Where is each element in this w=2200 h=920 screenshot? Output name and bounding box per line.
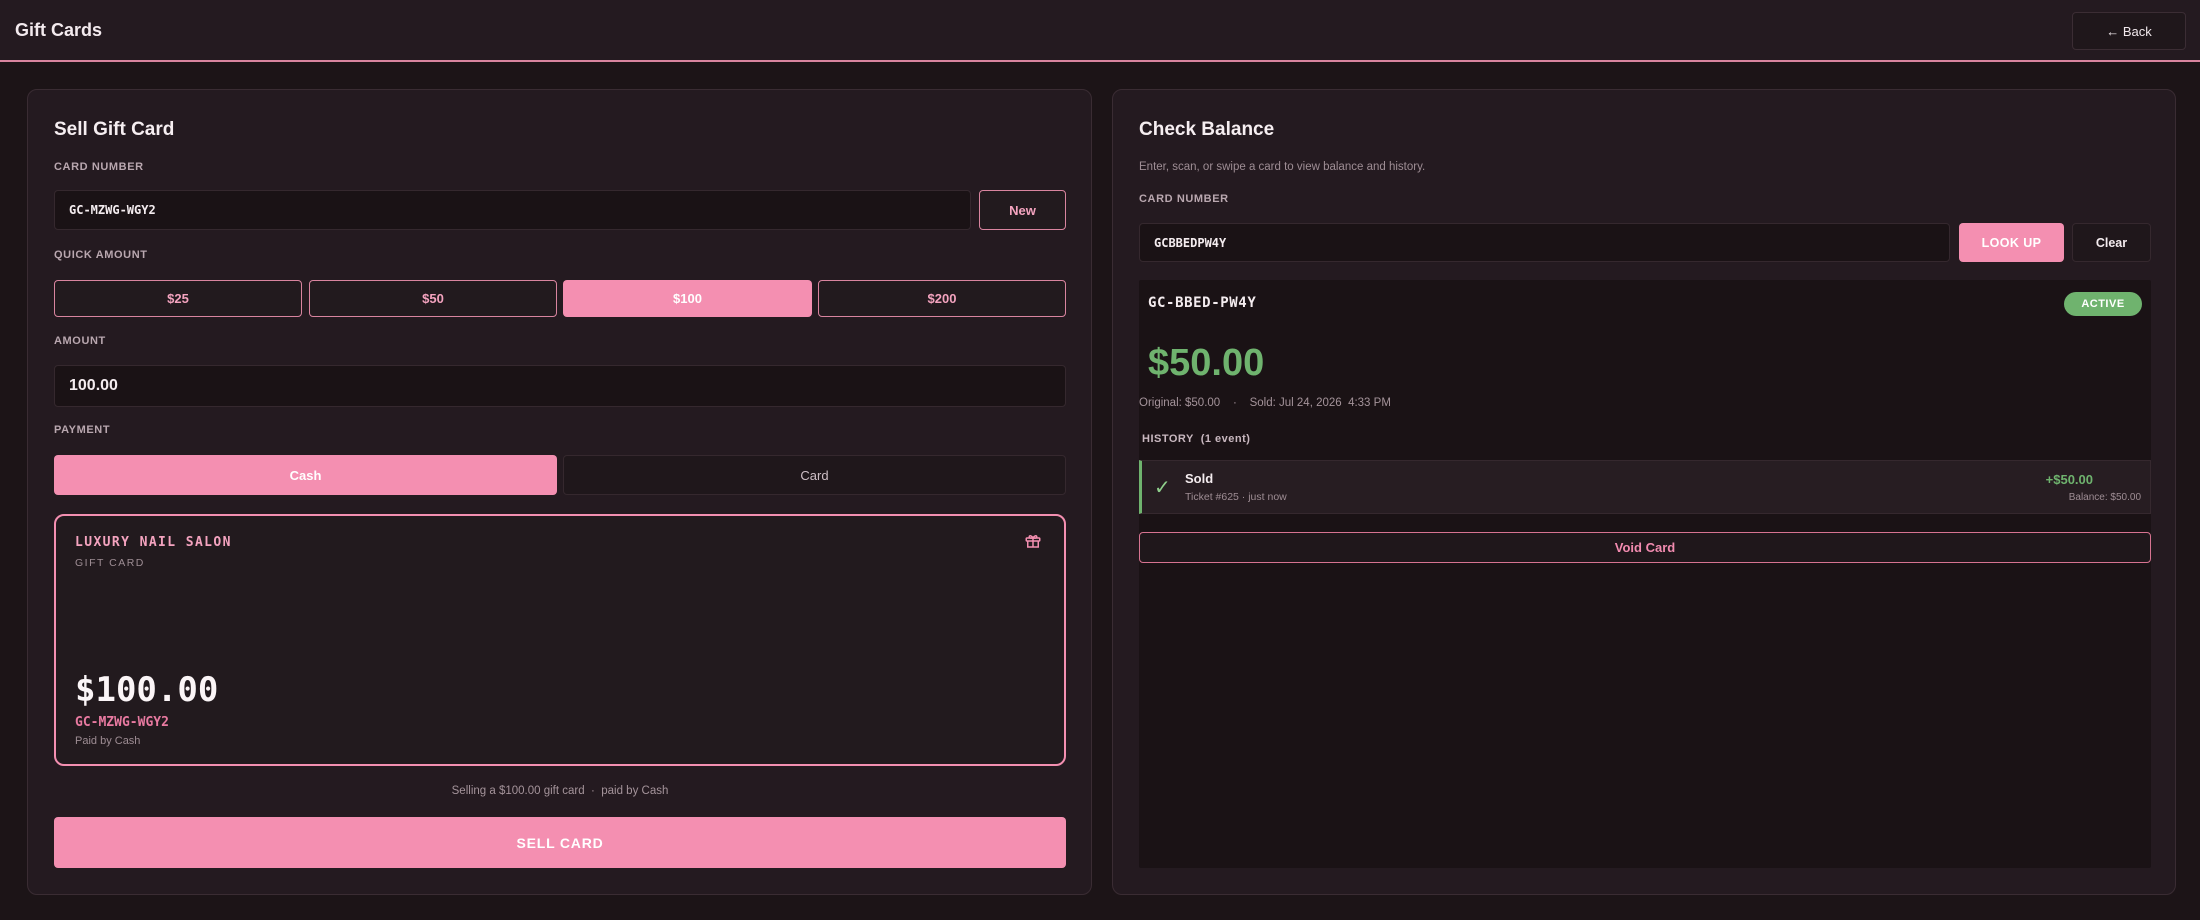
- card-number-input[interactable]: GC-MZWG-WGY2: [54, 190, 971, 230]
- new-card-number-button[interactable]: New: [979, 190, 1066, 230]
- balance-meta: Original: $50.00 · Sold: Jul 24, 2026 4:…: [1139, 397, 1391, 409]
- gift-icon: [1024, 532, 1044, 552]
- balance-panel-title: Check Balance: [1139, 119, 1275, 140]
- balance-card-number-label: CARD NUMBER: [1139, 193, 1229, 205]
- card-number-value: GC-MZWG-WGY2: [69, 203, 156, 217]
- card-type: GIFT CARD: [75, 557, 145, 569]
- preview-card-number: GC-MZWG-WGY2: [75, 715, 169, 730]
- void-card-label: Void Card: [1614, 540, 1676, 555]
- quick-amount-label-25: $25: [167, 291, 189, 306]
- balance-card-number-value: GCBBEDPW4Y: [1154, 235, 1227, 250]
- back-label: ← Back: [2106, 23, 2152, 39]
- balance-subtitle: Enter, scan, or swipe a card to view bal…: [1139, 161, 1426, 173]
- history-label: HISTORY: [1142, 433, 1194, 445]
- page-title: Gift Cards: [15, 20, 103, 40]
- sell-gift-card-panel: Sell Gift Card CARD NUMBER GC-MZWG-WGY2 …: [27, 89, 1092, 895]
- sold-date: Sold: Jul 24, 2026 4:33 PM: [1249, 397, 1391, 409]
- original-amount: Original: $50.00: [1139, 397, 1221, 409]
- quick-amount-50-button[interactable]: $50: [309, 280, 557, 317]
- history-event-title: Sold: [1185, 471, 1214, 486]
- balance-result: GC-BBED-PW4Y ACTIVE $50.00 Original: $50…: [1139, 280, 2151, 868]
- sell-panel-title: Sell Gift Card: [54, 119, 175, 140]
- quick-amount-100-button[interactable]: $100: [563, 280, 812, 317]
- meta-separator: ·: [1232, 397, 1237, 409]
- status-badge: ACTIVE: [2064, 292, 2142, 316]
- sell-card-button[interactable]: SELL CARD: [54, 817, 1066, 868]
- look-up-button[interactable]: LOOK UP: [1959, 223, 2064, 262]
- back-button[interactable]: ← Back: [2072, 12, 2186, 50]
- amount-input[interactable]: 100.00: [54, 365, 1066, 407]
- balance-amount: $50.00: [1148, 342, 1265, 384]
- history-event-balance: Balance: $50.00: [2068, 492, 2141, 503]
- payment-label: PAYMENT: [54, 424, 111, 436]
- clear-label: Clear: [2095, 235, 2128, 250]
- check-icon: ✓: [1154, 477, 1171, 499]
- clear-button[interactable]: Clear: [2072, 223, 2151, 262]
- amount-label: AMOUNT: [54, 335, 106, 347]
- history-row: ✓ Sold Ticket #625 · just now +$50.00 Ba…: [1139, 460, 2151, 514]
- history-heading: HISTORY (1 event): [1142, 433, 1250, 445]
- history-event-amount: +$50.00: [2045, 472, 2093, 487]
- quick-amount-25-button[interactable]: $25: [54, 280, 302, 317]
- payment-card-label: Card: [800, 467, 829, 483]
- preview-paid-by: Paid by Cash: [75, 735, 141, 747]
- amount-value: 100.00: [69, 377, 118, 394]
- quick-amount-label-50: $50: [422, 291, 444, 306]
- top-bar: Gift Cards ← Back: [0, 0, 2200, 62]
- look-up-label: LOOK UP: [1981, 235, 2042, 250]
- sell-card-label: SELL CARD: [516, 834, 604, 851]
- salon-name: LUXURY NAIL SALON: [75, 535, 232, 550]
- quick-amount-label: QUICK AMOUNT: [54, 249, 148, 261]
- quick-amount-label-200: $200: [927, 291, 957, 306]
- result-card-number: GC-BBED-PW4Y: [1148, 295, 1257, 311]
- gift-card-preview: LUXURY NAIL SALON GIFT CARD $100.00 GC-M…: [54, 514, 1066, 766]
- void-card-button[interactable]: Void Card: [1139, 532, 2151, 563]
- quick-amount-200-button[interactable]: $200: [818, 280, 1066, 317]
- check-balance-panel: Check Balance Enter, scan, or swipe a ca…: [1112, 89, 2176, 895]
- payment-cash-label: Cash: [289, 467, 322, 483]
- payment-card-button[interactable]: Card: [563, 455, 1066, 495]
- new-label: New: [1009, 202, 1036, 218]
- payment-cash-button[interactable]: Cash: [54, 455, 557, 495]
- card-number-label: CARD NUMBER: [54, 161, 144, 173]
- quick-amount-label-100: $100: [673, 291, 702, 306]
- history-count: (1 event): [1200, 433, 1251, 445]
- balance-card-number-input[interactable]: GCBBEDPW4Y: [1139, 223, 1950, 262]
- history-event-detail: Ticket #625 · just now: [1185, 491, 1287, 503]
- sell-summary: Selling a $100.00 gift card · paid by Ca…: [451, 785, 669, 797]
- preview-amount: $100.00: [75, 670, 219, 710]
